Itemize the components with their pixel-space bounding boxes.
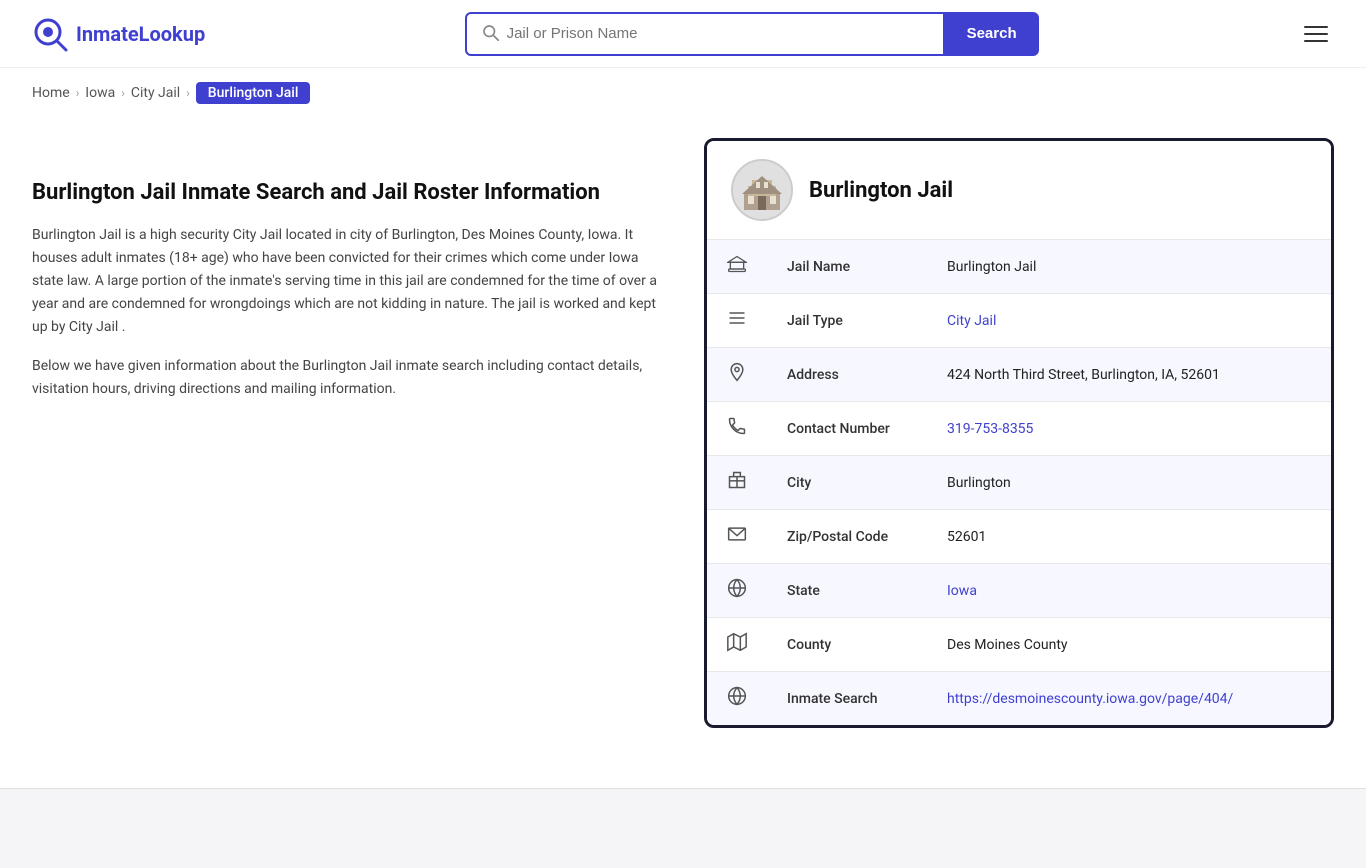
row-value: 424 North Third Street, Burlington, IA, … <box>927 348 1331 402</box>
breadcrumb-city-jail[interactable]: City Jail <box>131 85 180 101</box>
search-box <box>465 12 945 56</box>
row-icon <box>707 402 767 456</box>
row-label: Contact Number <box>767 402 927 456</box>
jail-card-name: Burlington Jail <box>809 178 953 203</box>
page-description-1: Burlington Jail is a high security City … <box>32 224 672 339</box>
table-row: State Iowa <box>707 564 1331 618</box>
footer <box>0 788 1366 868</box>
logo-text: InmateLookup <box>76 22 205 46</box>
row-icon <box>707 672 767 726</box>
row-value: 52601 <box>927 510 1331 564</box>
row-value[interactable]: 319-753-8355 <box>927 402 1331 456</box>
breadcrumb: Home › Iowa › City Jail › Burlington Jai… <box>0 68 1366 118</box>
row-icon <box>707 294 767 348</box>
info-link[interactable]: 319-753-8355 <box>947 421 1033 437</box>
table-row: County Des Moines County <box>707 618 1331 672</box>
info-value: Burlington Jail <box>947 259 1036 275</box>
page-title: Burlington Jail Inmate Search and Jail R… <box>32 178 672 208</box>
row-value: Des Moines County <box>927 618 1331 672</box>
row-value: Burlington Jail <box>927 240 1331 294</box>
row-label: City <box>767 456 927 510</box>
info-value: Des Moines County <box>947 637 1068 653</box>
row-value[interactable]: Iowa <box>927 564 1331 618</box>
jail-card: Burlington Jail Jail Name Burlington Jai… <box>704 138 1334 728</box>
info-value: 424 North Third Street, Burlington, IA, … <box>947 367 1220 383</box>
table-row: Address 424 North Third Street, Burlingt… <box>707 348 1331 402</box>
table-row: City Burlington <box>707 456 1331 510</box>
row-label: Inmate Search <box>767 672 927 726</box>
row-icon <box>707 564 767 618</box>
row-icon <box>707 510 767 564</box>
search-icon <box>481 23 499 45</box>
jail-card-header: Burlington Jail <box>707 141 1331 240</box>
jail-info-table: Jail Name Burlington Jail Jail Type City… <box>707 240 1331 725</box>
row-value[interactable]: https://desmoinescounty.iowa.gov/page/40… <box>927 672 1331 726</box>
breadcrumb-active: Burlington Jail <box>196 82 311 104</box>
search-area: Search <box>465 12 1039 56</box>
page-description-2: Below we have given information about th… <box>32 355 672 401</box>
table-row: Jail Name Burlington Jail <box>707 240 1331 294</box>
row-label: Jail Type <box>767 294 927 348</box>
row-icon <box>707 618 767 672</box>
left-column: Burlington Jail Inmate Search and Jail R… <box>32 138 672 728</box>
breadcrumb-sep-2: › <box>121 86 125 100</box>
row-label: Zip/Postal Code <box>767 510 927 564</box>
table-row: Zip/Postal Code 52601 <box>707 510 1331 564</box>
search-button[interactable]: Search <box>945 12 1039 56</box>
main-content: Burlington Jail Inmate Search and Jail R… <box>0 118 1366 768</box>
jail-avatar <box>731 159 793 221</box>
info-link[interactable]: Iowa <box>947 583 977 599</box>
breadcrumb-sep-1: › <box>76 86 80 100</box>
row-label: Jail Name <box>767 240 927 294</box>
jail-building-icon <box>738 166 786 214</box>
table-row: Inmate Search https://desmoinescounty.io… <box>707 672 1331 726</box>
info-value: Burlington <box>947 475 1011 491</box>
breadcrumb-sep-3: › <box>186 86 190 100</box>
info-link[interactable]: https://desmoinescounty.iowa.gov/page/40… <box>947 691 1233 707</box>
row-label: County <box>767 618 927 672</box>
logo[interactable]: InmateLookup <box>32 16 205 52</box>
breadcrumb-iowa[interactable]: Iowa <box>85 85 115 101</box>
table-row: Jail Type City Jail <box>707 294 1331 348</box>
info-link[interactable]: City Jail <box>947 313 996 329</box>
logo-icon <box>32 16 68 52</box>
info-value: 52601 <box>947 529 986 545</box>
row-icon <box>707 240 767 294</box>
row-label: Address <box>767 348 927 402</box>
row-icon <box>707 348 767 402</box>
table-row: Contact Number 319-753-8355 <box>707 402 1331 456</box>
row-icon <box>707 456 767 510</box>
right-column: Burlington Jail Jail Name Burlington Jai… <box>704 138 1334 728</box>
row-label: State <box>767 564 927 618</box>
row-value: Burlington <box>927 456 1331 510</box>
row-value[interactable]: City Jail <box>927 294 1331 348</box>
breadcrumb-home[interactable]: Home <box>32 85 70 101</box>
search-input[interactable] <box>507 25 929 42</box>
hamburger-menu[interactable] <box>1298 20 1334 48</box>
